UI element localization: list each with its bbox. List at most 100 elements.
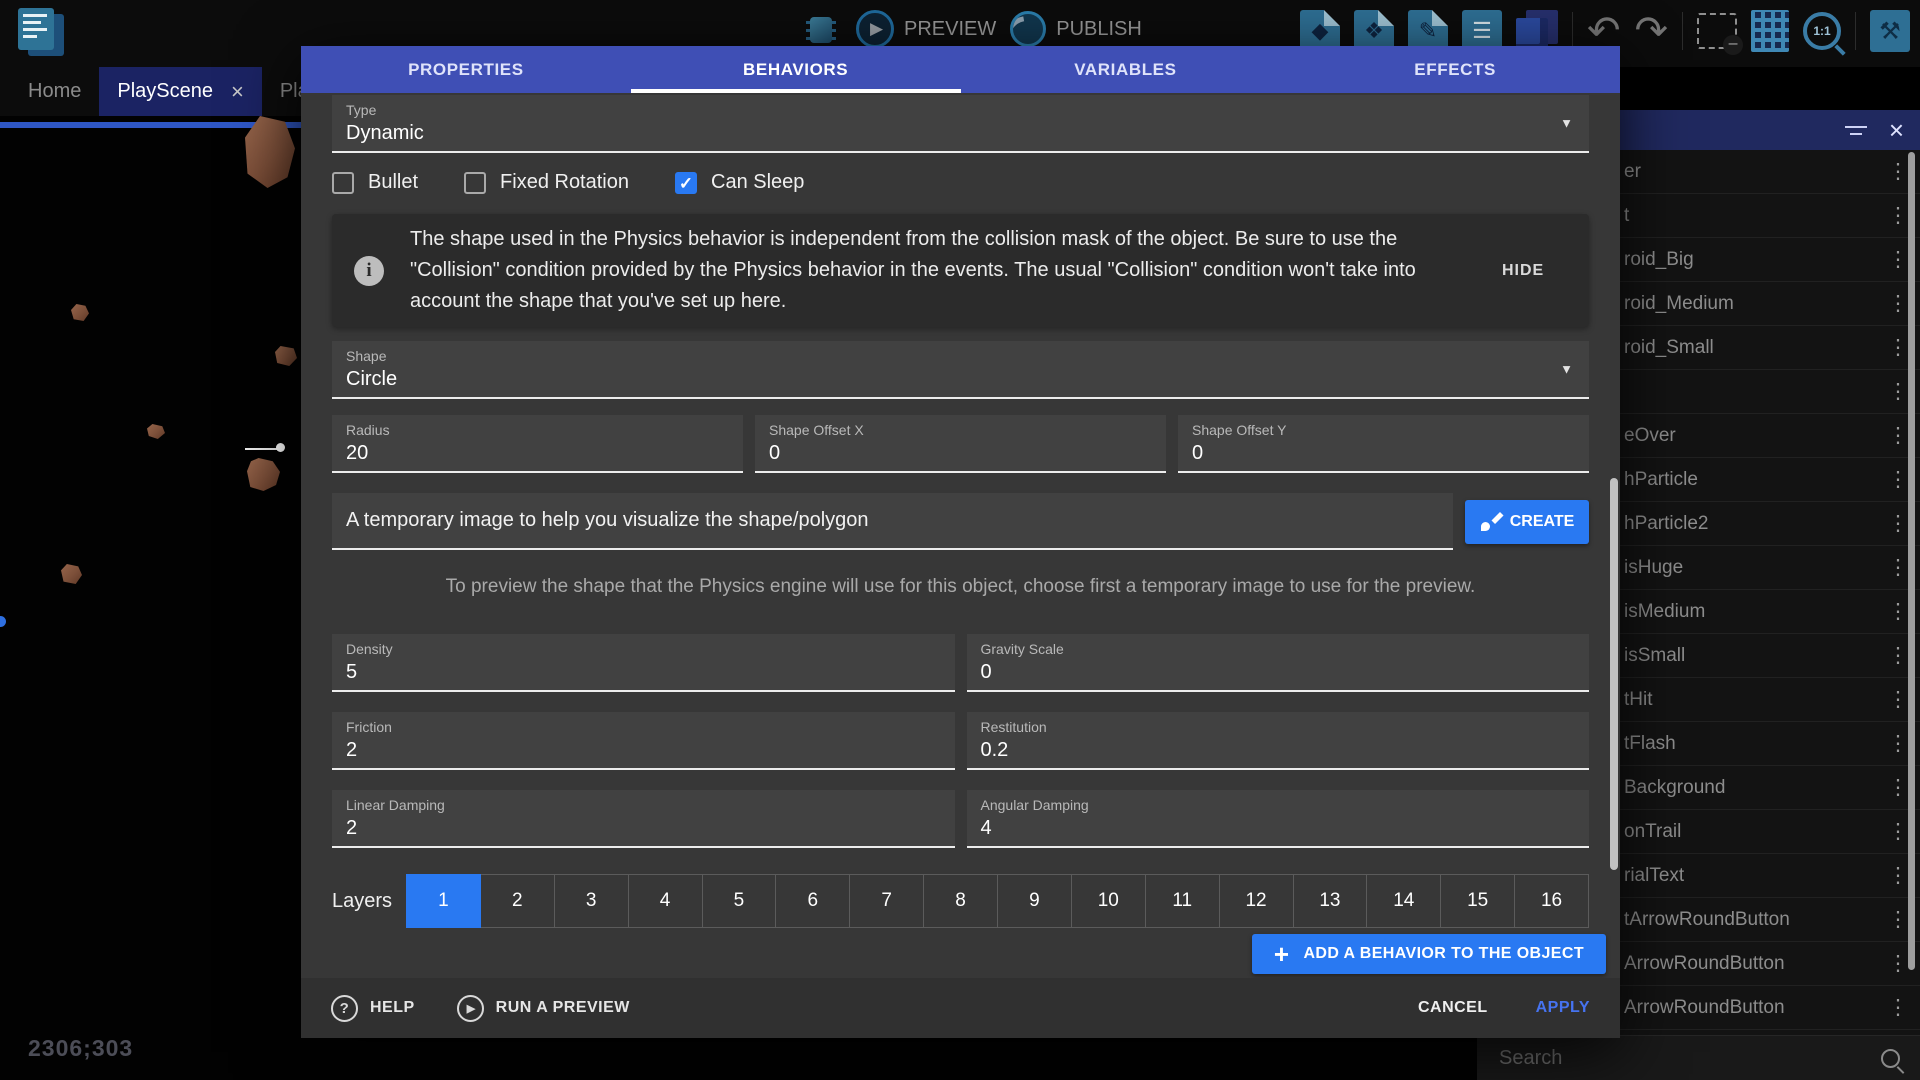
canvas-edge-handle[interactable] bbox=[0, 616, 6, 627]
field-value: 2 bbox=[346, 817, 941, 840]
dialog-footer: ? HELP ▶ RUN A PREVIEW CANCEL APPLY bbox=[301, 978, 1620, 1038]
field-value: 5 bbox=[346, 661, 941, 684]
layer-cell[interactable]: 12 bbox=[1220, 874, 1294, 928]
layer-cell[interactable]: 9 bbox=[998, 874, 1072, 928]
layer-cell[interactable]: 8 bbox=[924, 874, 998, 928]
deselect-mask-icon[interactable] bbox=[1697, 13, 1737, 49]
close-panel-icon[interactable]: × bbox=[1889, 117, 1904, 143]
search-icon bbox=[1881, 1049, 1900, 1068]
run-preview-label: RUN A PREVIEW bbox=[496, 999, 630, 1017]
asteroid-sprite[interactable] bbox=[61, 564, 82, 584]
checkbox-label: Can Sleep bbox=[711, 171, 804, 194]
editor-tab[interactable]: Home bbox=[10, 67, 99, 116]
number-field[interactable]: Angular Damping 4 bbox=[967, 790, 1590, 848]
layer-cell[interactable]: 3 bbox=[555, 874, 629, 928]
layer-cell[interactable]: 15 bbox=[1441, 874, 1515, 928]
instance-marker-dot[interactable] bbox=[276, 443, 285, 452]
field-value: 4 bbox=[981, 817, 1576, 840]
checkbox-label: Bullet bbox=[368, 171, 418, 194]
create-label: CREATE bbox=[1510, 513, 1575, 531]
layer-cell[interactable]: 5 bbox=[703, 874, 777, 928]
type-select[interactable]: Type Dynamic ▼ bbox=[332, 95, 1589, 153]
layer-cell[interactable]: 11 bbox=[1146, 874, 1220, 928]
object-menu-icon[interactable]: ⋮ bbox=[1876, 995, 1920, 1020]
dialog-tab[interactable]: PROPERTIES bbox=[301, 46, 631, 93]
project-manager-icon[interactable] bbox=[16, 8, 66, 58]
filter-icon[interactable] bbox=[1845, 126, 1867, 135]
asteroid-sprite[interactable] bbox=[275, 346, 297, 366]
layer-cell[interactable]: 1 bbox=[406, 874, 481, 928]
run-preview-button[interactable]: ▶ RUN A PREVIEW bbox=[457, 995, 630, 1022]
info-box: i The shape used in the Physics behavior… bbox=[332, 214, 1589, 327]
checkbox[interactable]: Can Sleep bbox=[675, 171, 804, 194]
checkbox-row: Bullet Fixed Rotation Can Sleep bbox=[332, 171, 1589, 194]
checkbox-label: Fixed Rotation bbox=[500, 171, 629, 194]
field-value: 0 bbox=[981, 661, 1576, 684]
number-field[interactable]: Gravity Scale 0 bbox=[967, 634, 1590, 692]
scene-settings-icon[interactable]: ⚒ bbox=[1870, 10, 1910, 52]
asteroid-sprite[interactable] bbox=[71, 304, 89, 321]
add-behavior-row: + ADD A BEHAVIOR TO THE OBJECT bbox=[332, 934, 1606, 974]
field-value: 20 bbox=[346, 442, 729, 465]
checkbox-box[interactable] bbox=[675, 172, 697, 194]
debug-icon[interactable] bbox=[806, 11, 836, 47]
field-label: Shape Offset X bbox=[769, 422, 1152, 438]
help-button[interactable]: ? HELP bbox=[331, 995, 415, 1022]
field-label: Gravity Scale bbox=[981, 641, 1576, 657]
asteroid-sprite[interactable] bbox=[147, 424, 165, 439]
checkbox[interactable]: Fixed Rotation bbox=[464, 171, 629, 194]
field-value: 0.2 bbox=[981, 739, 1576, 762]
number-field[interactable]: Friction 2 bbox=[332, 712, 955, 770]
layer-cell[interactable]: 13 bbox=[1294, 874, 1368, 928]
hide-button[interactable]: HIDE bbox=[1496, 254, 1550, 288]
objects-list-scrollbar[interactable] bbox=[1908, 152, 1915, 970]
add-behavior-button[interactable]: + ADD A BEHAVIOR TO THE OBJECT bbox=[1252, 934, 1606, 974]
globe-icon bbox=[1010, 11, 1046, 47]
field-label: Restitution bbox=[981, 719, 1576, 735]
grid-icon[interactable] bbox=[1751, 10, 1789, 52]
gdevelop-editor: ▶ PREVIEW PUBLISH ◆ ❖ ✎ ☰ ↶ ↷ 1:1 ⚒ bbox=[0, 0, 1920, 1080]
redo-icon[interactable]: ↷ bbox=[1635, 10, 1669, 52]
play-icon: ▶ bbox=[856, 10, 894, 48]
help-icon: ? bbox=[331, 995, 358, 1022]
play-icon: ▶ bbox=[457, 995, 484, 1022]
field-label: Friction bbox=[346, 719, 941, 735]
layer-cell[interactable]: 10 bbox=[1072, 874, 1146, 928]
objects-search-bar bbox=[1477, 1035, 1920, 1080]
dialog-tab[interactable]: VARIABLES bbox=[961, 46, 1291, 93]
number-field[interactable]: Shape Offset X 0 bbox=[755, 415, 1166, 473]
layer-cell[interactable]: 4 bbox=[629, 874, 703, 928]
dialog-tab[interactable]: BEHAVIORS bbox=[631, 46, 961, 93]
layer-cell[interactable]: 2 bbox=[481, 874, 555, 928]
temp-image-field[interactable]: A temporary image to help you visualize … bbox=[332, 493, 1453, 550]
layer-cell[interactable]: 6 bbox=[776, 874, 850, 928]
asteroid-sprite[interactable] bbox=[247, 458, 280, 491]
type-label: Type bbox=[346, 102, 1575, 118]
field-value: 2 bbox=[346, 739, 941, 762]
dialog-body: Type Dynamic ▼ Bullet Fixed Rotation bbox=[301, 93, 1620, 978]
apply-button[interactable]: APPLY bbox=[1536, 999, 1590, 1017]
layer-cell[interactable]: 7 bbox=[850, 874, 924, 928]
number-field[interactable]: Restitution 0.2 bbox=[967, 712, 1590, 770]
layer-cell[interactable]: 14 bbox=[1367, 874, 1441, 928]
number-field[interactable]: Density 5 bbox=[332, 634, 955, 692]
checkbox-box[interactable] bbox=[332, 172, 354, 194]
create-button[interactable]: CREATE bbox=[1465, 500, 1589, 544]
preview-button[interactable]: ▶ PREVIEW bbox=[856, 10, 996, 48]
zoom-original-icon[interactable]: 1:1 bbox=[1803, 12, 1841, 50]
number-field[interactable]: Shape Offset Y 0 bbox=[1178, 415, 1589, 473]
close-tab-icon[interactable]: × bbox=[231, 79, 244, 105]
editor-tab[interactable]: PlayScene × bbox=[99, 67, 261, 116]
checkbox[interactable]: Bullet bbox=[332, 171, 418, 194]
layer-cell[interactable]: 16 bbox=[1515, 874, 1589, 928]
objects-search-input[interactable] bbox=[1497, 1046, 1871, 1071]
number-field[interactable]: Radius 20 bbox=[332, 415, 743, 473]
cancel-button[interactable]: CANCEL bbox=[1418, 999, 1488, 1017]
number-field[interactable]: Linear Damping 2 bbox=[332, 790, 955, 848]
checkbox-box[interactable] bbox=[464, 172, 486, 194]
dialog-scrollbar[interactable] bbox=[1610, 478, 1618, 870]
shape-select[interactable]: Shape Circle ▼ bbox=[332, 341, 1589, 399]
dialog-tab[interactable]: EFFECTS bbox=[1290, 46, 1620, 93]
field-label: Density bbox=[346, 641, 941, 657]
publish-button[interactable]: PUBLISH bbox=[1010, 11, 1142, 47]
